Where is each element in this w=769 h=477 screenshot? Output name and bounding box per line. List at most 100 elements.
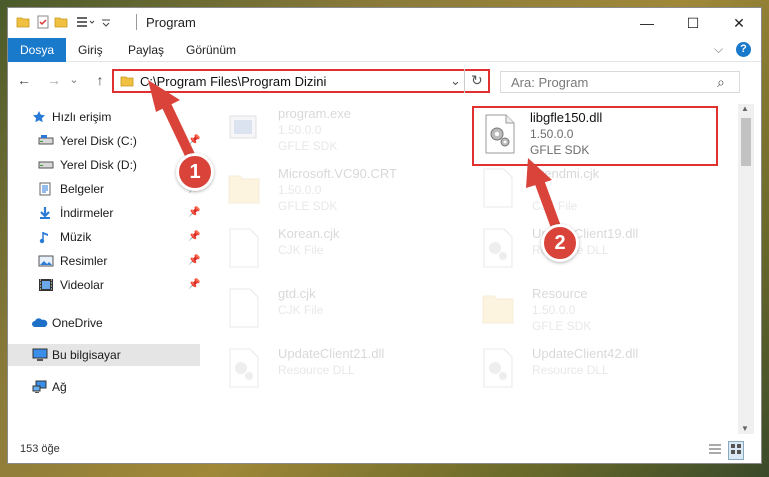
sidebar-item-documents[interactable]: Belgeler 📌 bbox=[8, 178, 200, 200]
sidebar-item-network[interactable]: Ağ bbox=[8, 376, 200, 398]
list-item[interactable]: Resource 1.50.0.0 GFLE SDK bbox=[472, 284, 712, 340]
search-input[interactable]: Ara: Program bbox=[511, 75, 588, 90]
sidebar-item-label: Belgeler bbox=[60, 182, 105, 196]
file-name: Korean.cjk bbox=[278, 226, 340, 241]
search-icon[interactable]: ⌕ bbox=[717, 74, 725, 91]
forward-button[interactable]: → bbox=[44, 70, 64, 90]
sidebar-item-label: İndirmeler bbox=[60, 206, 114, 220]
file-type: Resource DLL bbox=[532, 363, 609, 377]
tab-dosya[interactable]: Dosya bbox=[8, 38, 67, 62]
drive-icon bbox=[38, 158, 54, 172]
scroll-down-icon[interactable]: ▼ bbox=[741, 424, 749, 433]
sidebar-item-pictures[interactable]: Resimler 📌 bbox=[8, 250, 200, 272]
file-type: CJK File bbox=[532, 199, 578, 213]
maximize-button[interactable]: ☐ bbox=[670, 8, 716, 38]
download-icon bbox=[38, 206, 52, 220]
file-type: CJK File bbox=[278, 243, 324, 257]
sidebar-item-videos[interactable]: Videolar 📌 bbox=[8, 274, 200, 296]
navigation-bar: ← → ⌄ ↑ C:\Program Files\Program Dizini … bbox=[8, 66, 761, 94]
folder-icon bbox=[482, 288, 514, 328]
customize-toolbar-icon[interactable] bbox=[76, 15, 96, 31]
tab-paylas[interactable]: Paylaş bbox=[116, 38, 176, 62]
callout-badge-1: 1 bbox=[176, 153, 214, 191]
file-type: GFLE SDK bbox=[532, 319, 592, 333]
list-item[interactable]: gtd.cjk CJK File bbox=[218, 284, 458, 340]
file-name: Microsoft.VC90.CRT bbox=[278, 166, 397, 181]
list-item-selected-dll[interactable]: libgfle150.dll 1.50.0.0 GFLE SDK bbox=[472, 106, 718, 166]
videos-icon bbox=[38, 278, 53, 292]
list-item[interactable]: UpdateClient42.dll Resource DLL bbox=[472, 344, 712, 400]
tab-gorunum[interactable]: Görünüm bbox=[174, 38, 248, 62]
sidebar-item-downloads[interactable]: İndirmeler 📌 bbox=[8, 202, 200, 224]
folder-icon[interactable] bbox=[16, 15, 30, 31]
dll-icon bbox=[482, 348, 514, 388]
sidebar-item-this-pc[interactable]: Bu bilgisayar bbox=[8, 344, 200, 366]
recent-locations-button[interactable]: ⌄ bbox=[68, 70, 80, 90]
large-icons-view-icon[interactable] bbox=[728, 441, 744, 460]
divider bbox=[464, 69, 465, 93]
sidebar-item-local-disk-c[interactable]: Yerel Disk (C:) 📌 bbox=[8, 130, 200, 152]
search-box[interactable]: Ara: Program ⌕ bbox=[500, 71, 740, 93]
minimize-button[interactable]: — bbox=[624, 8, 670, 38]
cloud-icon bbox=[32, 316, 48, 330]
sidebar-item-local-disk-d[interactable]: Yerel Disk (D:) 📌 bbox=[8, 154, 200, 176]
new-folder-icon[interactable] bbox=[54, 15, 68, 31]
music-icon bbox=[38, 230, 52, 244]
scroll-up-icon[interactable]: ▲ bbox=[741, 104, 749, 113]
tab-giris[interactable]: Giriş bbox=[66, 38, 115, 62]
drive-icon bbox=[38, 134, 54, 148]
file-name: Resource bbox=[532, 286, 588, 301]
file-type: GFLE SDK bbox=[278, 199, 338, 213]
sidebar-item-music[interactable]: Müzik 📌 bbox=[8, 226, 200, 248]
sidebar-item-label: Müzik bbox=[60, 230, 92, 244]
sidebar-item-quick-access[interactable]: Hızlı erişim bbox=[8, 106, 200, 128]
list-item[interactable]: UpdateClient21.dll Resource DLL bbox=[218, 344, 458, 400]
folder-icon bbox=[120, 74, 134, 91]
file-type: GFLE SDK bbox=[278, 139, 338, 153]
refresh-icon[interactable]: ↻ bbox=[471, 72, 483, 89]
pin-icon[interactable]: 📌 bbox=[188, 279, 200, 290]
address-dropdown-icon[interactable]: ⌄ bbox=[450, 73, 461, 89]
vertical-scrollbar[interactable]: ▲ ▼ bbox=[738, 104, 754, 434]
file-name: gtd.cjk bbox=[278, 286, 316, 301]
address-path: C:\Program Files\Program Dizini bbox=[140, 74, 327, 89]
sidebar-item-label: Hızlı erişim bbox=[52, 110, 112, 124]
status-item-count: 153 öğe bbox=[20, 443, 60, 455]
explorer-window: Program — ☐ ✕ Dosya Giriş Paylaş Görünüm… bbox=[7, 7, 762, 464]
scrollbar-thumb[interactable] bbox=[741, 118, 751, 166]
sidebar-item-label: Bu bilgisayar bbox=[52, 348, 121, 362]
close-button[interactable]: ✕ bbox=[716, 8, 762, 38]
file-name: UpdateClient21.dll bbox=[278, 346, 385, 361]
pin-icon[interactable]: 📌 bbox=[188, 231, 200, 242]
sidebar-item-onedrive[interactable]: OneDrive bbox=[8, 312, 200, 334]
sidebar-item-label: Resimler bbox=[60, 254, 108, 268]
callout-badge-2: 2 bbox=[541, 224, 579, 262]
help-icon[interactable]: ? bbox=[736, 42, 751, 57]
pin-icon[interactable]: 📌 bbox=[188, 207, 200, 218]
list-item[interactable]: program.exe 1.50.0.0 GFLE SDK bbox=[218, 104, 458, 160]
list-item[interactable]: Microsoft.VC90.CRT 1.50.0.0 GFLE SDK bbox=[218, 164, 458, 220]
details-view-icon[interactable] bbox=[708, 443, 722, 458]
pin-icon[interactable]: 📌 bbox=[188, 135, 200, 146]
back-button[interactable]: ← bbox=[14, 70, 34, 90]
file-version: 1.50.0.0 bbox=[530, 127, 574, 141]
window-title: Program bbox=[146, 15, 196, 30]
list-item[interactable]: Frendmi.cjk CJK File bbox=[472, 164, 712, 220]
file-name: Frendmi.cjk bbox=[532, 166, 600, 181]
folder-icon bbox=[228, 168, 260, 208]
address-bar[interactable]: C:\Program Files\Program Dizini ⌄ ↻ bbox=[112, 69, 490, 93]
ribbon-expand-icon[interactable]: ⌵ bbox=[714, 42, 723, 57]
computer-icon bbox=[32, 348, 48, 362]
file-icon bbox=[228, 228, 260, 268]
title-bar: Program — ☐ ✕ bbox=[8, 8, 761, 38]
chevron-down-icon[interactable] bbox=[100, 15, 112, 31]
ribbon-tabs: Dosya Giriş Paylaş Görünüm ⌵ ? bbox=[8, 38, 761, 62]
list-item[interactable]: UpdateClient19.dll Resource DLL bbox=[472, 224, 712, 280]
file-icon bbox=[228, 288, 260, 328]
properties-icon[interactable] bbox=[36, 15, 50, 31]
file-version: 1.50.0.0 bbox=[278, 183, 322, 197]
list-item[interactable]: Korean.cjk CJK File bbox=[218, 224, 458, 280]
pin-icon[interactable]: 📌 bbox=[188, 255, 200, 266]
sidebar-item-label: OneDrive bbox=[52, 316, 103, 330]
up-button[interactable]: ↑ bbox=[90, 70, 110, 90]
